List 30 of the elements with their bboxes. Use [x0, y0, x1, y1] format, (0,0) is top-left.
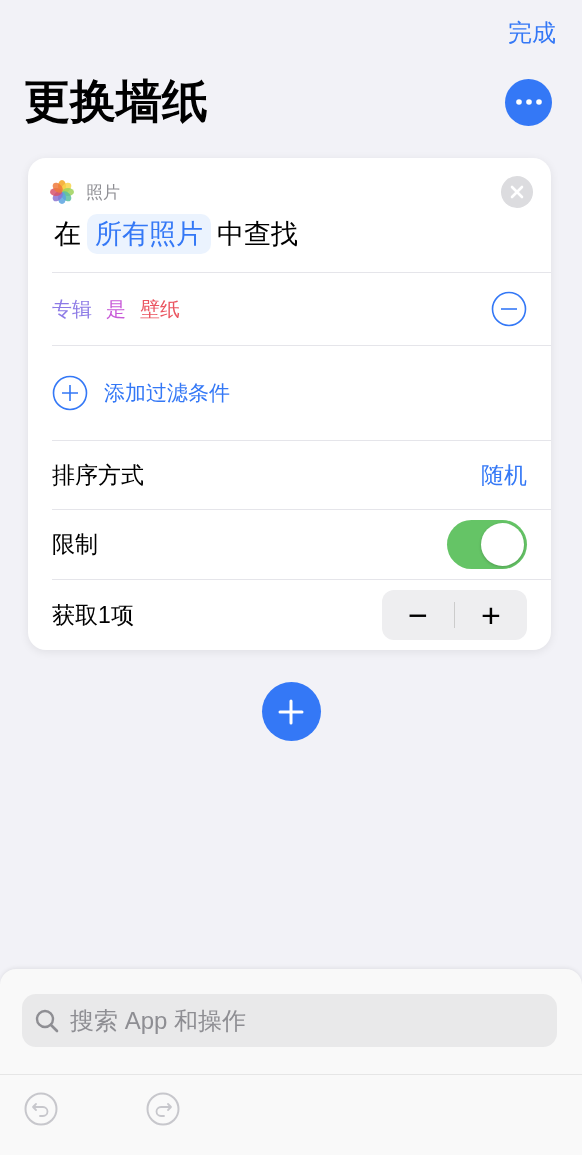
row-label: 获取1项 — [52, 600, 134, 630]
limit-switch[interactable] — [447, 520, 527, 569]
row-label: 排序方式 — [52, 460, 144, 490]
search-input[interactable]: 搜索 App 和操作 — [68, 1005, 557, 1036]
search-field[interactable]: 搜索 App 和操作 — [22, 994, 557, 1047]
more-button[interactable] — [505, 78, 552, 126]
close-icon — [510, 185, 524, 199]
source-token[interactable]: 所有照片 — [87, 214, 211, 254]
sentence-text: 中查找 — [217, 218, 298, 251]
undo-icon — [24, 1092, 58, 1126]
filter-token[interactable]: 是 — [106, 295, 126, 323]
row-label: 限制 — [52, 530, 98, 559]
ellipsis-icon — [515, 99, 542, 105]
sentence-text: 在 — [54, 218, 81, 251]
redo-icon — [146, 1092, 180, 1126]
close-button[interactable] — [501, 176, 533, 208]
filter-token[interactable]: 壁纸 — [140, 295, 180, 323]
add-icon — [52, 375, 88, 411]
add-filter-button[interactable]: 添加过滤条件 — [52, 375, 230, 411]
photos-app-icon — [48, 178, 76, 206]
sort-value-button[interactable]: 随机 — [481, 459, 527, 491]
plus-icon — [278, 698, 304, 725]
page-title: 更换墙纸 — [24, 74, 208, 129]
remove-icon[interactable] — [491, 291, 527, 327]
increment-button[interactable]: + — [455, 590, 527, 640]
app-name: 照片 — [86, 181, 121, 204]
search-icon — [34, 1007, 60, 1034]
filter-token[interactable]: 专辑 — [52, 295, 92, 323]
decrement-button[interactable]: − — [382, 590, 454, 640]
done-button[interactable]: 完成 — [508, 16, 556, 50]
